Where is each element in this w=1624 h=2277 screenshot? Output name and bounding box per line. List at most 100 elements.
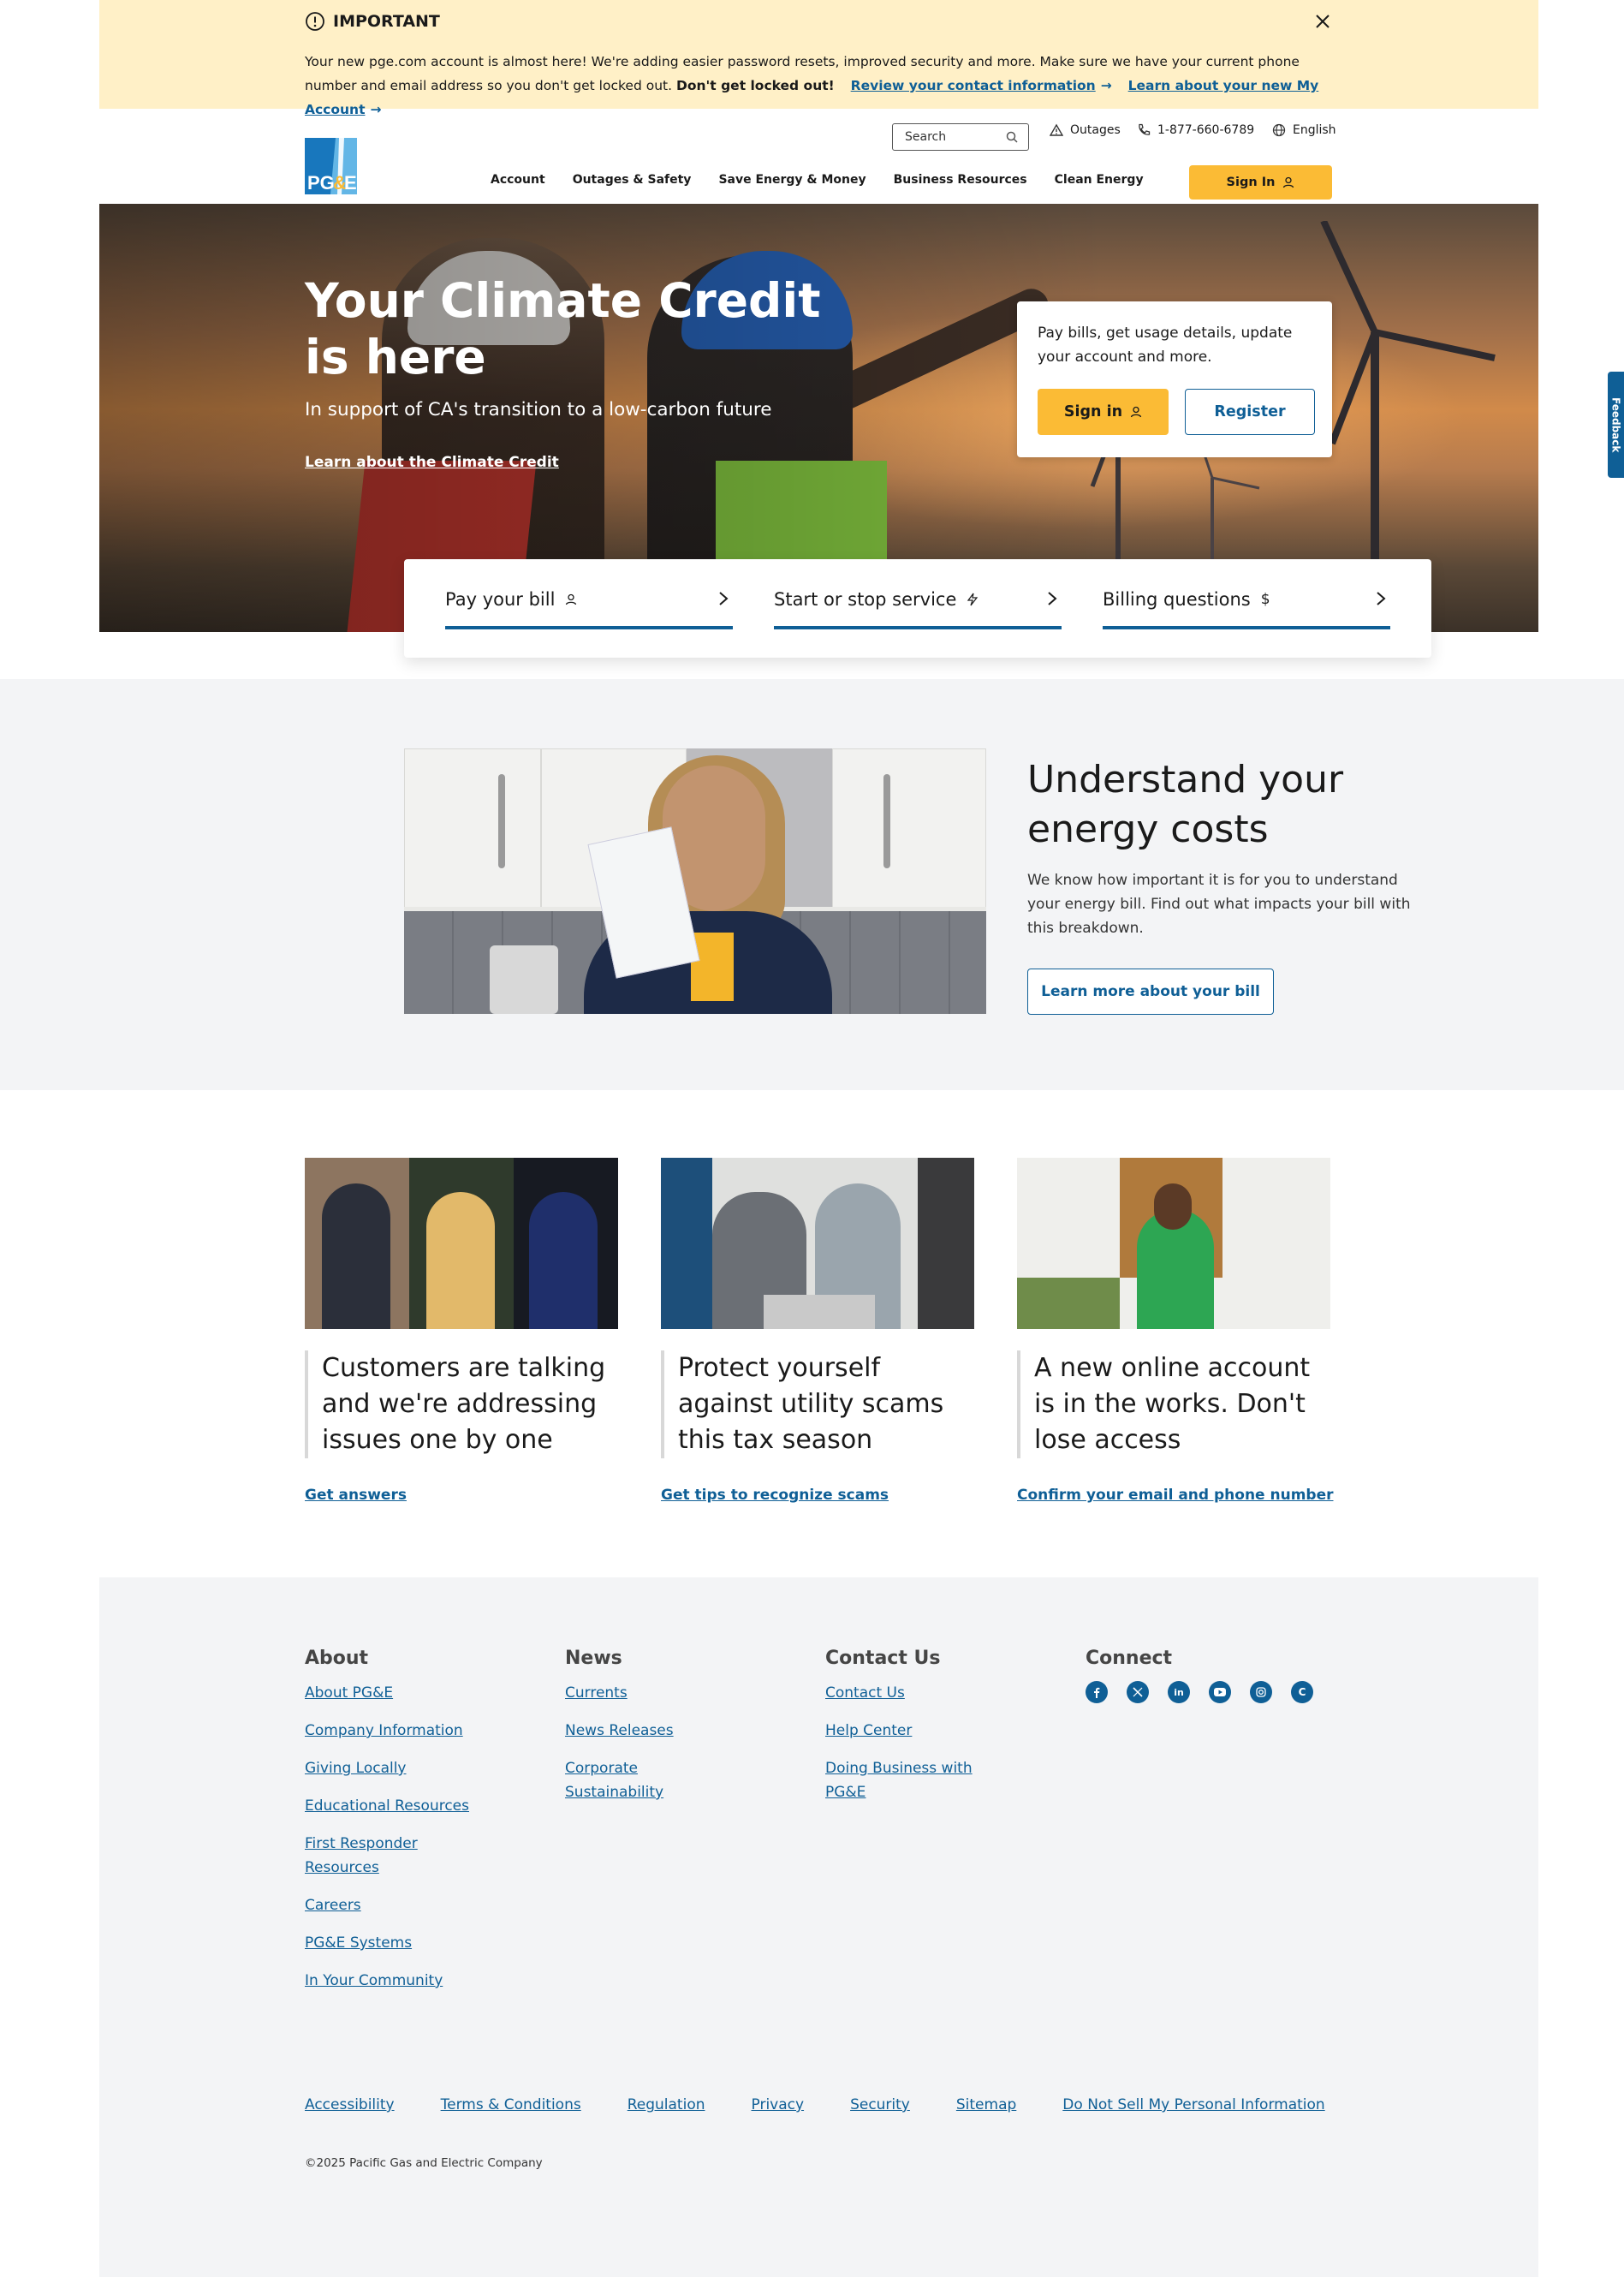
important-alert-banner: IMPORTANT Your new pge.com account is al… <box>99 0 1538 117</box>
header-sign-in-button[interactable]: Sign In <box>1189 165 1332 200</box>
presenter-shirt <box>691 933 734 1001</box>
footer-connect: Connect in C <box>1086 1648 1342 1703</box>
language-selector[interactable]: English <box>1272 123 1336 137</box>
user-icon <box>1130 406 1142 418</box>
start-stop-service-link[interactable]: Start or stop service <box>774 589 1062 629</box>
user-icon <box>566 593 577 605</box>
person <box>529 1192 598 1329</box>
scam-photo[interactable] <box>661 1158 974 1329</box>
legal-links: Accessibility Terms & Conditions Regulat… <box>305 2096 1371 2113</box>
footer-link[interactable]: Doing Business with PG&E <box>825 1756 979 1804</box>
footer-link[interactable]: News Releases <box>565 1719 693 1743</box>
nav-item-outages-safety[interactable]: Outages & Safety <box>573 173 692 187</box>
curtain <box>661 1158 712 1329</box>
legal-link[interactable]: Sitemap <box>956 2096 1016 2113</box>
review-contact-link[interactable]: Review your contact information → <box>851 78 1112 93</box>
chevron-right-icon <box>719 592 729 605</box>
footer-link[interactable]: PG&E Systems <box>305 1931 476 1955</box>
pge-logo[interactable]: PG & E <box>305 138 357 194</box>
confirm-contact-link[interactable]: Confirm your email and phone number <box>1017 1487 1334 1504</box>
cabinet <box>404 748 541 911</box>
quick-links-panel: Pay your bill Start or stop service Bill… <box>404 559 1431 658</box>
customers-photo[interactable] <box>305 1158 618 1329</box>
card-headline: Customers are talking and we're addressi… <box>305 1350 618 1458</box>
energy-costs-text: We know how important it is for you to u… <box>1027 872 1411 937</box>
pay-bill-label: Pay your bill <box>445 589 556 610</box>
footer-link[interactable]: Careers <box>305 1893 476 1917</box>
youtube-icon[interactable] <box>1209 1681 1231 1703</box>
footer-link[interactable]: Currents <box>565 1681 693 1705</box>
appliance <box>490 945 558 1014</box>
page: IMPORTANT Your new pge.com account is al… <box>0 0 1624 2277</box>
register-label: Register <box>1214 403 1286 420</box>
billing-questions-label: Billing questions <box>1103 589 1251 610</box>
phone-link[interactable]: 1-877-660-6789 <box>1137 123 1254 137</box>
energy-costs-title: Understand your energy costs <box>1027 758 1344 851</box>
close-icon[interactable] <box>1312 11 1333 32</box>
online-account-photo[interactable] <box>1017 1158 1330 1329</box>
learn-more-bill-label: Learn more about your bill <box>1041 983 1260 1000</box>
person-head <box>1154 1183 1192 1230</box>
instagram-icon[interactable] <box>1250 1681 1272 1703</box>
nav-item-clean-energy[interactable]: Clean Energy <box>1055 173 1144 187</box>
billing-questions-link[interactable]: Billing questions $ <box>1103 589 1390 629</box>
shelf <box>918 1158 974 1329</box>
legal-link[interactable]: Accessibility <box>305 2096 395 2113</box>
sign-in-card: Pay bills, get usage details, update you… <box>1017 301 1332 457</box>
linkedin-icon[interactable]: in <box>1168 1681 1190 1703</box>
footer-link[interactable]: Giving Locally <box>305 1756 476 1780</box>
copyright: ©2025 Pacific Gas and Electric Company <box>305 2156 543 2170</box>
svg-text:PG: PG <box>307 172 335 194</box>
pay-bill-link[interactable]: Pay your bill <box>445 589 733 629</box>
nav-item-account[interactable]: Account <box>491 173 545 187</box>
facebook-icon[interactable] <box>1086 1681 1108 1703</box>
social-links: in C <box>1086 1681 1342 1703</box>
footer-link[interactable]: Corporate Sustainability <box>565 1756 668 1804</box>
legal-link[interactable]: Regulation <box>628 2096 705 2113</box>
currents-icon[interactable]: C <box>1291 1681 1313 1703</box>
plant <box>1017 1278 1120 1329</box>
alert-title: IMPORTANT <box>305 11 440 32</box>
phone-icon <box>1139 123 1151 135</box>
sign-in-card-text: Pay bills, get usage details, update you… <box>1038 325 1293 366</box>
climate-credit-link[interactable]: Learn about the Climate Credit <box>305 454 559 471</box>
review-contact-link-label: Review your contact information <box>850 78 1096 93</box>
nav-item-save-energy[interactable]: Save Energy & Money <box>718 173 866 187</box>
legal-link[interactable]: Security <box>850 2096 910 2113</box>
alert-message: Your new pge.com account is almost here!… <box>305 50 1332 122</box>
nav-item-business-resources[interactable]: Business Resources <box>894 173 1027 187</box>
search-input[interactable]: Search <box>892 123 1029 151</box>
feedback-tab[interactable]: Feedback <box>1608 372 1624 478</box>
learn-more-bill-button[interactable]: Learn more about your bill <box>1027 969 1274 1015</box>
footer-link[interactable]: First Responder Resources <box>305 1832 442 1880</box>
bill-explainer-video[interactable] <box>404 748 986 1014</box>
alert-icon <box>306 12 324 31</box>
arrow-right-icon: → <box>370 102 382 117</box>
phone-number: 1-877-660-6789 <box>1157 123 1255 137</box>
footer-link[interactable]: About PG&E <box>305 1681 476 1705</box>
footer-link[interactable]: In Your Community <box>305 1969 476 1993</box>
outages-label: Outages <box>1070 123 1121 137</box>
legal-link[interactable]: Privacy <box>752 2096 805 2113</box>
footer-link[interactable]: Company Information <box>305 1719 476 1743</box>
outages-link[interactable]: Outages <box>1050 123 1121 137</box>
cabinet <box>832 748 986 911</box>
footer-link[interactable]: Educational Resources <box>305 1794 476 1818</box>
legal-link[interactable]: Terms & Conditions <box>441 2096 581 2113</box>
get-answers-link[interactable]: Get answers <box>305 1487 407 1504</box>
sign-in-button[interactable]: Sign in <box>1038 389 1169 435</box>
footer-heading: About <box>305 1648 369 1669</box>
footer-about: About About PG&E Company Information Giv… <box>305 1648 476 2006</box>
footer-link[interactable]: Help Center <box>825 1719 988 1743</box>
cabinet-handle <box>498 774 505 868</box>
x-icon[interactable] <box>1127 1681 1149 1703</box>
search-icon[interactable] <box>1006 131 1018 143</box>
legal-link[interactable]: Do Not Sell My Personal Information <box>1062 2096 1324 2113</box>
alert-title-text: IMPORTANT <box>333 12 440 31</box>
recognize-scams-link[interactable]: Get tips to recognize scams <box>661 1487 889 1504</box>
person <box>426 1192 495 1329</box>
register-button[interactable]: Register <box>1185 389 1315 435</box>
user-icon <box>1283 176 1294 188</box>
footer-link[interactable]: Contact Us <box>825 1681 988 1705</box>
chevron-right-icon <box>1048 592 1057 605</box>
